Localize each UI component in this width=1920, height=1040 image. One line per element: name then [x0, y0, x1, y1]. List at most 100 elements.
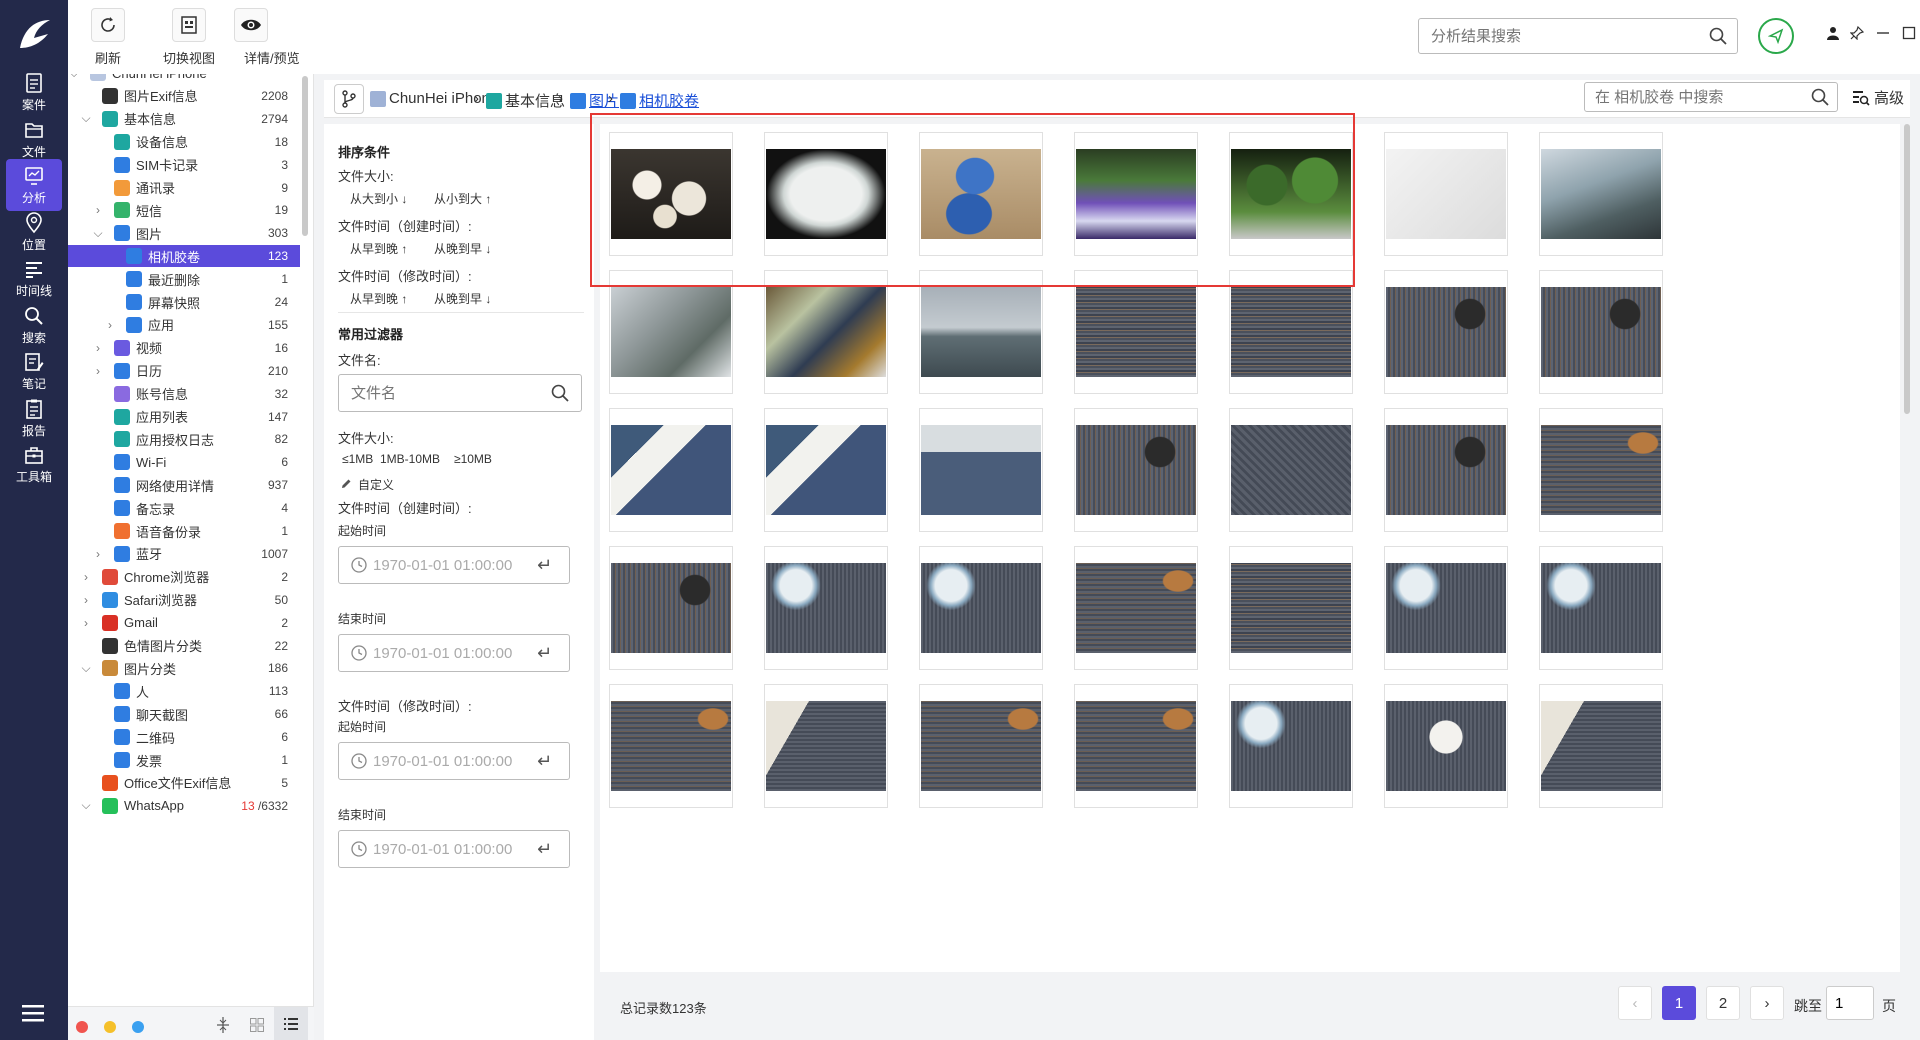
photo-thumbnail[interactable]: [919, 684, 1043, 808]
tree-item[interactable]: Office文件Exif信息 5: [68, 772, 300, 794]
chevron-right-icon[interactable]: ›: [92, 203, 104, 217]
photo-thumbnail[interactable]: [1074, 546, 1198, 670]
photo-thumbnail[interactable]: [1074, 270, 1198, 394]
sort-ctime-desc[interactable]: 从晚到早 ↓: [434, 240, 491, 257]
search-icon[interactable]: [1709, 27, 1727, 45]
size-opt-small[interactable]: ≤1MB: [342, 452, 373, 466]
photo-thumbnail[interactable]: [1229, 546, 1353, 670]
photo-thumbnail[interactable]: [1229, 684, 1353, 808]
size-opt-large[interactable]: ≥10MB: [454, 452, 492, 466]
tree-item[interactable]: ⌵ 图片 303: [68, 222, 300, 244]
chevron-down-icon[interactable]: ⌵: [92, 226, 104, 241]
photo-thumbnail[interactable]: [609, 408, 733, 532]
collapse-icon[interactable]: [216, 1017, 230, 1033]
nav-item-2[interactable]: 文件: [6, 113, 62, 165]
nav-item-1[interactable]: 案件: [6, 66, 62, 118]
enter-icon[interactable]: ↵: [537, 643, 552, 664]
sort-size-desc[interactable]: 从大到小 ↓: [350, 190, 407, 207]
sort-mtime-asc[interactable]: 从早到晚 ↑: [350, 290, 407, 307]
tree-item[interactable]: ⌵ WhatsApp 13 /6332: [68, 795, 300, 817]
photo-thumbnail[interactable]: [764, 684, 888, 808]
enter-icon[interactable]: ↵: [537, 751, 552, 772]
search-icon[interactable]: [1811, 88, 1829, 106]
photo-thumbnail[interactable]: [609, 546, 733, 670]
nav-item-7[interactable]: 笔记: [6, 345, 62, 397]
nav-item-5[interactable]: 时间线: [6, 252, 62, 304]
ctime-start-input[interactable]: 1970-01-01 01:00:00 ↵: [338, 546, 570, 584]
detail-preview-button[interactable]: 详情/预览: [210, 8, 300, 68]
analysis-search-input[interactable]: [1419, 19, 1689, 53]
tree-item[interactable]: Wi-Fi 6: [68, 451, 300, 473]
nav-item-8[interactable]: 报告: [6, 392, 62, 444]
photo-thumbnail[interactable]: [1074, 132, 1198, 256]
photo-thumbnail[interactable]: [1539, 270, 1663, 394]
chevron-right-icon[interactable]: ›: [80, 570, 92, 584]
tree-item[interactable]: 账号信息 32: [68, 383, 300, 405]
photo-thumbnail[interactable]: [1229, 408, 1353, 532]
tree-item[interactable]: 网络使用详情 937: [68, 474, 300, 496]
photo-thumbnail[interactable]: [1539, 684, 1663, 808]
photo-thumbnail[interactable]: [1384, 408, 1508, 532]
photo-thumbnail[interactable]: [1074, 684, 1198, 808]
tree-item[interactable]: ⌵ 图片分类 186: [68, 657, 300, 679]
blue-dot[interactable]: [132, 1021, 144, 1033]
nav-item-3[interactable]: 分析: [6, 159, 62, 211]
photo-thumbnail[interactable]: [919, 270, 1043, 394]
chevron-down-icon[interactable]: ⌵: [68, 74, 80, 81]
tree-item[interactable]: 通讯录 9: [68, 177, 300, 199]
mtime-start-input[interactable]: 1970-01-01 01:00:00 ↵: [338, 742, 570, 780]
tree-item[interactable]: › Gmail 2: [68, 612, 300, 634]
photo-thumbnail[interactable]: [764, 270, 888, 394]
tree-item[interactable]: 相机胶卷 123: [68, 245, 300, 268]
tree-item[interactable]: 设备信息 18: [68, 131, 300, 153]
next-page-button[interactable]: ›: [1750, 986, 1784, 1020]
sort-ctime-asc[interactable]: 从早到晚 ↑: [350, 240, 407, 257]
size-opt-medium[interactable]: 1MB-10MB: [380, 452, 440, 466]
tree-item[interactable]: 语音备份录 1: [68, 520, 300, 542]
photo-thumbnail[interactable]: [1539, 408, 1663, 532]
enter-icon[interactable]: ↵: [537, 555, 552, 576]
chevron-right-icon[interactable]: ›: [104, 318, 116, 332]
analysis-search[interactable]: [1418, 18, 1738, 54]
photo-thumbnail[interactable]: [764, 132, 888, 256]
ctime-end-input[interactable]: 1970-01-01 01:00:00 ↵: [338, 634, 570, 672]
yellow-dot[interactable]: [104, 1021, 116, 1033]
photo-thumbnail[interactable]: [919, 132, 1043, 256]
chevron-right-icon[interactable]: ›: [92, 341, 104, 355]
tree-item[interactable]: › 短信 19: [68, 199, 300, 221]
nav-item-6[interactable]: 搜索: [6, 299, 62, 351]
grid-view-icon[interactable]: [250, 1018, 264, 1032]
sort-size-asc[interactable]: 从小到大 ↑: [434, 190, 491, 207]
grid-scrollbar[interactable]: [1904, 124, 1910, 414]
photo-thumbnail[interactable]: [919, 408, 1043, 532]
nav-item-4[interactable]: 位置: [6, 206, 62, 258]
breadcrumb-item[interactable]: ChunHei iPhone: [370, 90, 498, 107]
enter-icon[interactable]: ↵: [537, 839, 552, 860]
filename-filter[interactable]: [338, 374, 582, 412]
photo-thumbnail[interactable]: [1384, 270, 1508, 394]
photo-thumbnail[interactable]: [1074, 408, 1198, 532]
photo-thumbnail[interactable]: [1539, 132, 1663, 256]
tree-item[interactable]: › 蓝牙 1007: [68, 543, 300, 565]
chevron-down-icon[interactable]: ⌵: [80, 661, 92, 676]
minimize-icon[interactable]: [1876, 26, 1890, 40]
advanced-search-button[interactable]: 高级: [1852, 87, 1904, 108]
list-view-button[interactable]: [274, 1007, 308, 1040]
folder-search[interactable]: [1584, 82, 1838, 112]
tree-item[interactable]: 图片Exif信息 2208: [68, 85, 300, 107]
photo-thumbnail[interactable]: [764, 546, 888, 670]
photo-thumbnail[interactable]: [609, 270, 733, 394]
photo-thumbnail[interactable]: [1384, 132, 1508, 256]
tree-item[interactable]: SIM卡记录 3: [68, 154, 300, 176]
tree-item[interactable]: ⌵ ChunHei iPhone: [68, 74, 300, 84]
nav-item-9[interactable]: 工具箱: [6, 438, 62, 490]
jump-page-input[interactable]: [1827, 987, 1871, 1019]
tree-item[interactable]: › 日历 210: [68, 360, 300, 382]
photo-thumbnail[interactable]: [1229, 270, 1353, 394]
tree-item[interactable]: 色情图片分类 22: [68, 635, 300, 657]
maximize-icon[interactable]: [1902, 26, 1916, 40]
filename-input[interactable]: [339, 375, 529, 411]
tree-item[interactable]: 二维码 6: [68, 726, 300, 748]
mtime-end-input[interactable]: 1970-01-01 01:00:00 ↵: [338, 830, 570, 868]
tree-item[interactable]: 备忘录 4: [68, 497, 300, 519]
